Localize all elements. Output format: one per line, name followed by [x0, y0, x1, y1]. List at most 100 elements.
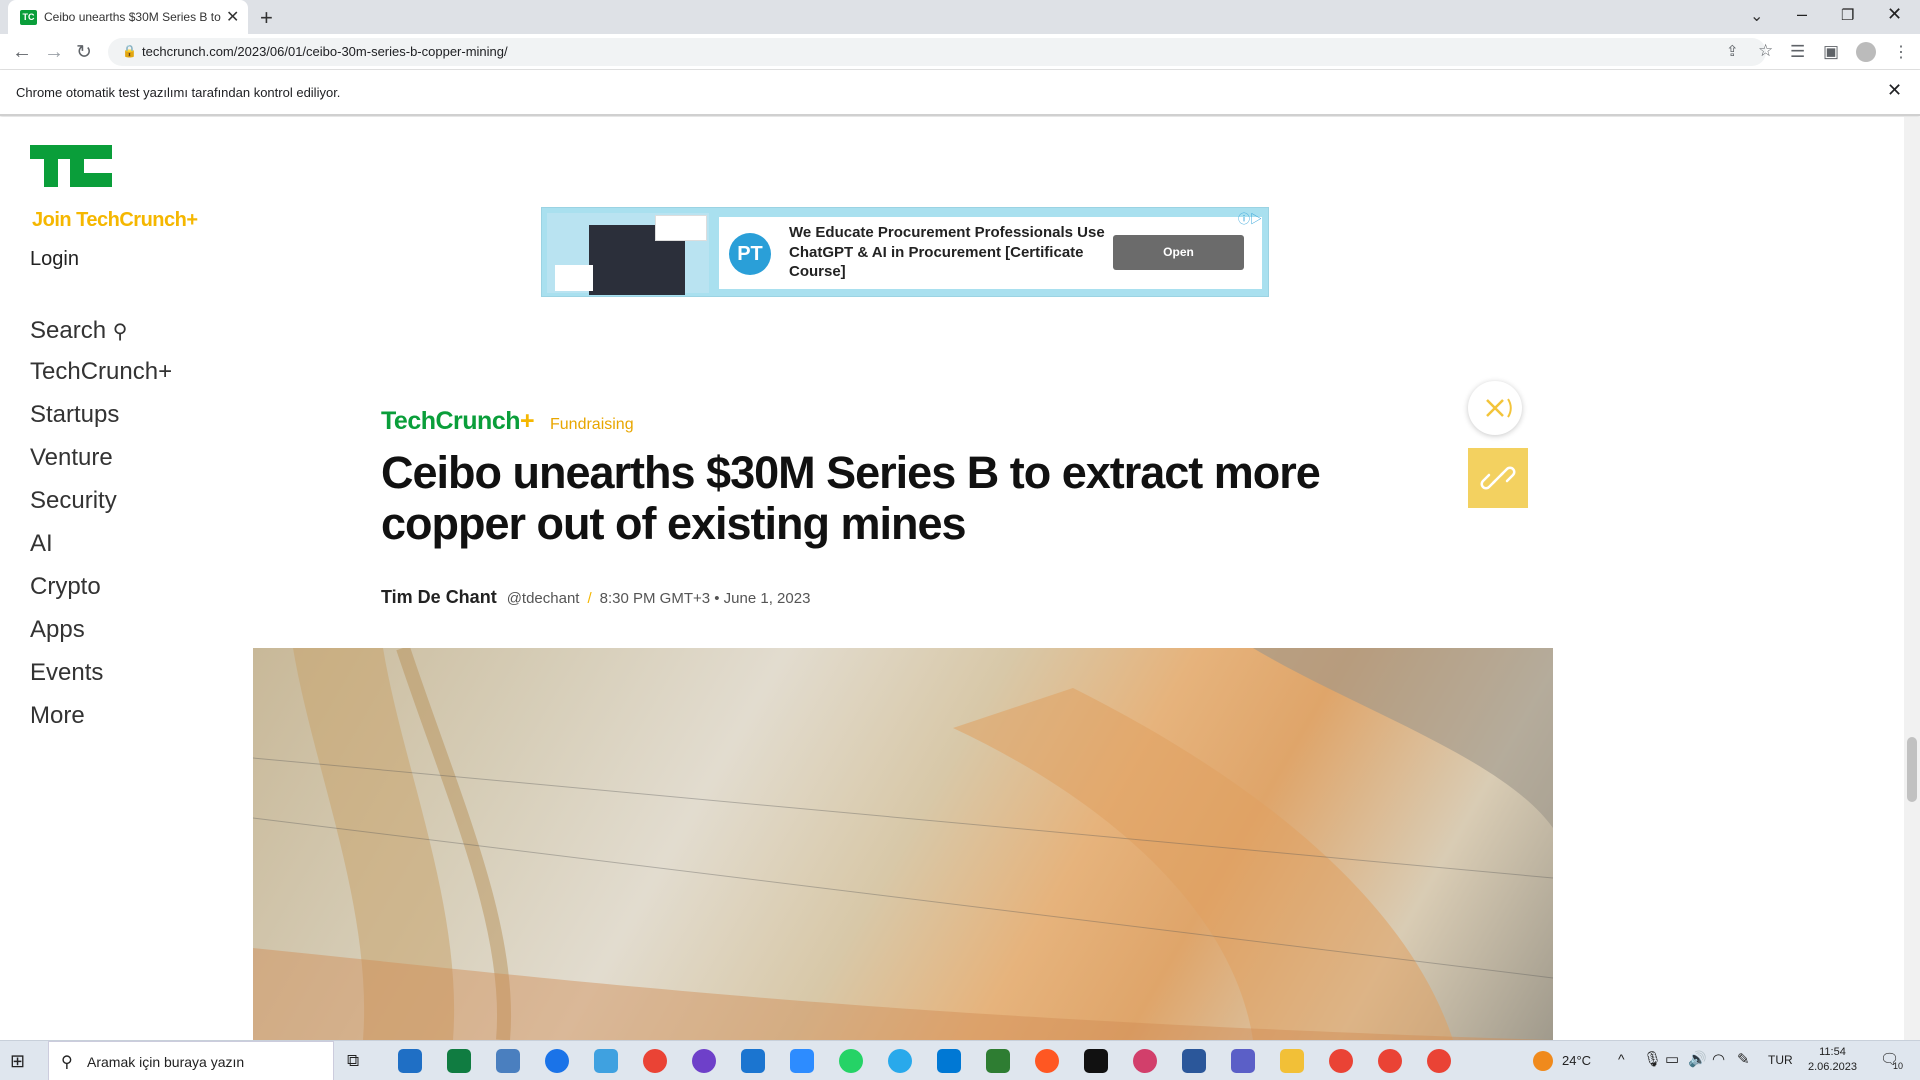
jetbrains-icon[interactable] — [1084, 1049, 1108, 1073]
volume-icon[interactable]: 🔊 — [1688, 1050, 1707, 1068]
app-icon[interactable] — [398, 1049, 422, 1073]
ad-image — [547, 213, 709, 295]
join-techcrunch-plus-link[interactable]: Join TechCrunch+ — [32, 209, 198, 232]
byline-separator: / — [587, 590, 592, 607]
back-arrow-icon[interactable]: ← — [12, 41, 32, 64]
tab-close-icon[interactable]: ✕ — [226, 7, 239, 27]
nav-item-apps[interactable]: Apps — [30, 616, 85, 644]
ad-open-button[interactable]: Open — [1113, 235, 1244, 270]
article-hero-image — [253, 648, 1553, 1040]
ad-image-chip — [555, 265, 593, 291]
nav-item-search[interactable]: Search ⚲ — [30, 317, 127, 345]
nav-item-startups[interactable]: Startups — [30, 401, 119, 429]
chrome-icon[interactable] — [1427, 1049, 1451, 1073]
share-icon[interactable]: ⇪ — [1726, 42, 1739, 60]
menu-kebab-icon[interactable]: ⋮ — [1893, 42, 1909, 62]
app-icon[interactable] — [496, 1049, 520, 1073]
tab-search-chevron-icon[interactable]: ⌄ — [1750, 6, 1763, 26]
whatsapp-icon[interactable] — [839, 1049, 863, 1073]
article-byline: Tim De Chant @tdechant / 8:30 PM GMT+3 • Ju… — [381, 587, 810, 608]
chrome-icon[interactable] — [1378, 1049, 1402, 1073]
scrollbar-thumb[interactable] — [1907, 737, 1917, 802]
address-bar[interactable]: 🔒 techcrunch.com/2023/06/01/ceibo-30m-se… — [108, 38, 1773, 66]
app-icon[interactable] — [741, 1049, 765, 1073]
article-category-link[interactable]: Fundraising — [550, 416, 634, 434]
minimize-icon[interactable]: – — [1797, 4, 1807, 25]
brand-plus: + — [520, 407, 535, 435]
infobar-close-icon[interactable]: ✕ — [1887, 80, 1902, 101]
battery-icon[interactable]: ▭ — [1665, 1050, 1679, 1068]
app-icon[interactable] — [1231, 1049, 1255, 1073]
app-icon[interactable] — [692, 1049, 716, 1073]
nav-item-more[interactable]: More — [30, 702, 85, 730]
adchoices-icon[interactable]: ⓘ▷ — [1238, 210, 1262, 227]
side-panel-icon[interactable]: ▣ — [1823, 42, 1839, 62]
notification-count: 10 — [1893, 1061, 1904, 1071]
word-icon[interactable] — [1182, 1049, 1206, 1073]
task-view-icon[interactable]: ⧉ — [347, 1051, 359, 1071]
article-headline: Ceibo unearths $30M Series B to extract … — [381, 447, 1321, 549]
open-pit-mine-image — [253, 648, 1553, 1040]
restore-icon[interactable]: ❐ — [1841, 6, 1854, 24]
app-icon[interactable] — [545, 1049, 569, 1073]
ad-logo-badge: PT — [729, 233, 771, 275]
nav-item-ai[interactable]: AI — [30, 530, 53, 558]
close-share-button[interactable] — [1468, 381, 1522, 435]
telegram-icon[interactable] — [888, 1049, 912, 1073]
author-handle-link[interactable]: @tdechant — [507, 590, 580, 607]
nav-item-events[interactable]: Events — [30, 659, 103, 687]
browser-tab[interactable]: TC Ceibo unearths $30M Series B to ✕ — [8, 0, 248, 34]
vscode-icon[interactable] — [937, 1049, 961, 1073]
chrome-icon[interactable] — [643, 1049, 667, 1073]
input-language[interactable]: TUR — [1768, 1053, 1793, 1067]
windows-start-icon[interactable]: ⊞ — [10, 1051, 25, 1072]
window-close-icon[interactable]: ✕ — [1887, 4, 1902, 25]
reading-list-icon[interactable]: ☰ — [1790, 42, 1805, 62]
taskbar-search-box[interactable]: ⚲ Aramak için buraya yazın — [48, 1041, 334, 1080]
advertisement-banner[interactable]: PT We Educate Procurement Professionals … — [541, 207, 1269, 297]
new-tab-icon[interactable]: + — [260, 5, 273, 31]
tray-chevron-icon[interactable]: ^ — [1618, 1051, 1625, 1067]
reload-icon[interactable]: ↻ — [76, 41, 92, 64]
ad-card: PT We Educate Procurement Professionals … — [719, 217, 1262, 289]
techcrunch-logo[interactable] — [30, 145, 112, 192]
weather-sun-icon[interactable] — [1533, 1051, 1553, 1071]
login-link[interactable]: Login — [30, 248, 79, 271]
chrome-icon[interactable] — [1329, 1049, 1353, 1073]
author-name-link[interactable]: Tim De Chant — [381, 587, 497, 607]
article-brand-label[interactable]: TechCrunch+ — [381, 407, 535, 436]
app-icon[interactable] — [1035, 1049, 1059, 1073]
search-icon: ⚲ — [61, 1054, 73, 1071]
clock[interactable]: 11:54 2.06.2023 — [1808, 1045, 1857, 1075]
lock-icon[interactable]: 🔒 — [122, 44, 137, 58]
taskbar-search-placeholder: Aramak için buraya yazın — [87, 1054, 245, 1070]
link-chain-icon — [1480, 466, 1516, 490]
tab-strip: TC Ceibo unearths $30M Series B to ✕ + ⌄… — [0, 0, 1920, 34]
app-icon[interactable] — [447, 1049, 471, 1073]
app-icon[interactable] — [986, 1049, 1010, 1073]
app-icon[interactable] — [1133, 1049, 1157, 1073]
nav-item-security[interactable]: Security — [30, 487, 117, 515]
page-viewport: Join TechCrunch+ Login Search ⚲ TechCrun… — [0, 117, 1904, 1040]
nav-item-crypto[interactable]: Crypto — [30, 573, 101, 601]
page-scrollbar[interactable] — [1904, 117, 1920, 1040]
infobar-text: Chrome otomatik test yazılımı tarafından… — [16, 85, 341, 100]
article-timestamp: 8:30 PM GMT+3 • June 1, 2023 — [599, 590, 811, 607]
wifi-icon[interactable]: ◠ — [1712, 1050, 1725, 1068]
file-explorer-icon[interactable] — [1280, 1049, 1304, 1073]
microphone-icon[interactable]: 🎙 — [1643, 1050, 1662, 1068]
nav-item-venture[interactable]: Venture — [30, 444, 113, 472]
forward-arrow-icon[interactable]: → — [44, 41, 64, 64]
zoom-icon[interactable] — [790, 1049, 814, 1073]
ad-image-card — [655, 215, 707, 241]
nav-item-techcrunch-plus[interactable]: TechCrunch+ — [30, 358, 172, 386]
pen-icon[interactable]: ✎ — [1737, 1050, 1750, 1068]
bookmark-star-icon[interactable]: ☆ — [1758, 41, 1773, 61]
automation-infobar: Chrome otomatik test yazılımı tarafından… — [0, 70, 1920, 116]
profile-avatar-icon[interactable] — [1856, 42, 1876, 62]
search-icon: ⚲ — [112, 321, 128, 343]
windows-taskbar: ⊞ ⚲ Aramak için buraya yazın ⧉ 24°C ^ 🎙 … — [0, 1040, 1920, 1080]
copy-link-button[interactable] — [1468, 448, 1528, 508]
app-icon[interactable] — [594, 1049, 618, 1073]
weather-temperature[interactable]: 24°C — [1562, 1053, 1591, 1068]
